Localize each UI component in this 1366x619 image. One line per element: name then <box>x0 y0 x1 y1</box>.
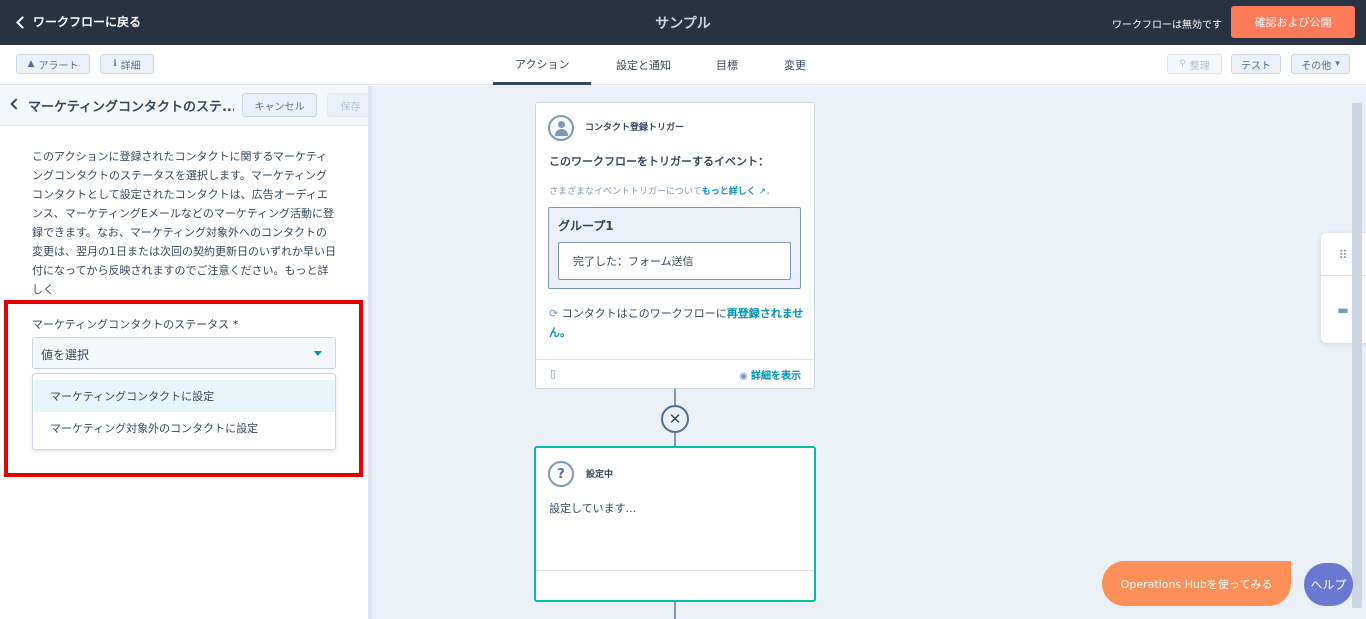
status-field-label: マーケティングコンタクトのステータス * <box>32 318 239 331</box>
action-settings-panel: マーケティングコンタクトのステ... キャンセル 保存 このアクションに登録され… <box>0 86 374 619</box>
card-divider <box>536 570 814 571</box>
reenroll-note: ⟳ コンタクトはこのワークフローに再登録されません。 <box>549 304 804 342</box>
more-menu-button[interactable]: その他 ▾ <box>1291 54 1350 74</box>
operations-hub-button[interactable]: Operations Hubを使ってみる <box>1102 561 1291 606</box>
details-button[interactable]: ℹ 詳細 <box>100 54 154 74</box>
tab-bar: ▲ アラート ℹ 詳細 アクション 設定と通知 目標 変更 ⚲ 整理 テスト そ… <box>0 45 1366 85</box>
trigger-card[interactable]: コンタクト登録トリガー このワークフローをトリガーするイベント： さまざまなイベ… <box>535 102 815 389</box>
info-icon: ℹ <box>113 59 117 69</box>
trigger-type-label: コンタクト登録トリガー <box>585 123 685 133</box>
help-button[interactable]: ヘルプ <box>1304 563 1353 606</box>
test-button[interactable]: テスト <box>1231 54 1281 74</box>
warning-icon: ▲ <box>27 59 35 69</box>
back-link-label: ワークフローに戻る <box>33 15 142 29</box>
connector-line <box>674 602 676 619</box>
tab-settings[interactable]: 設定と通知 <box>616 45 671 85</box>
question-icon: ? <box>548 461 574 487</box>
clipboard-icon[interactable]: ▯ <box>550 367 556 380</box>
tab-label: 目標 <box>716 59 738 72</box>
details-label: 詳細 <box>120 60 141 72</box>
alert-label: アラート <box>38 60 79 72</box>
trigger-note: さまざまなイベントトリガーについてもっと詳しく ↗。 <box>549 187 776 197</box>
trigger-note-text: さまざまなイベントトリガーについて <box>549 187 702 197</box>
refresh-icon: ⟳ <box>549 307 559 320</box>
comment-icon[interactable]: ▬ <box>1333 303 1353 317</box>
review-publish-button[interactable]: 確認および公開 <box>1231 6 1355 38</box>
more-label: その他 <box>1301 60 1332 72</box>
trigger-heading: このワークフローをトリガーするイベント： <box>549 155 769 168</box>
caret-down-icon: ▾ <box>1335 59 1340 69</box>
panel-header: マーケティングコンタクトのステ... キャンセル 保存 <box>0 86 374 126</box>
trigger-condition[interactable]: 完了した：フォーム送信 <box>558 242 791 280</box>
cancel-button[interactable]: キャンセル <box>242 93 317 117</box>
action-card[interactable]: ? 設定中 設定しています... <box>534 446 816 602</box>
view-details-label: 詳細を表示 <box>751 371 801 382</box>
keyboard-icon[interactable]: ⠿ <box>1333 248 1353 262</box>
chevron-left-icon[interactable] <box>10 98 22 110</box>
panel-description: このアクションに登録されたコンタクトに関するマーケティングコンタクトのステータス… <box>32 150 336 296</box>
option-set-non-marketing-contact[interactable]: マーケティング対象外のコンタクトに設定 <box>34 412 335 444</box>
delete-step-icon[interactable]: ✕ <box>661 405 689 433</box>
action-status-label: 設定中 <box>586 470 614 480</box>
learn-more-link[interactable]: もっと詳しく <box>702 187 756 197</box>
select-value: 値を選択 <box>41 348 90 362</box>
workflow-status: ワークフローは無効です <box>1112 20 1222 31</box>
trigger-group: グループ1 完了した：フォーム送信 <box>548 207 801 289</box>
option-set-marketing-contact[interactable]: マーケティングコンタクトに設定 <box>34 380 335 412</box>
workflow-canvas: コンタクト登録トリガー このワークフローをトリガーするイベント： さまざまなイベ… <box>372 86 1366 619</box>
tab-label: 変更 <box>784 59 806 72</box>
eye-icon: ◉ <box>739 371 748 382</box>
caret-down-icon <box>314 351 322 356</box>
status-dropdown-menu: マーケティングコンタクトに設定 マーケティング対象外のコンタクトに設定 <box>32 373 336 450</box>
connector-line <box>674 389 676 405</box>
tab-actions[interactable]: アクション <box>493 45 592 85</box>
contact-icon <box>548 115 574 141</box>
panel-title: マーケティングコンタクトのステ... <box>28 100 234 115</box>
save-button[interactable]: 保存 <box>327 93 374 117</box>
view-details-link[interactable]: ◉ 詳細を表示 <box>739 367 801 382</box>
organize-label: 整理 <box>1189 60 1210 72</box>
tab-label: 設定と通知 <box>616 59 671 72</box>
card-divider <box>536 359 814 360</box>
chevron-left-icon <box>16 15 29 29</box>
tab-label: アクション <box>515 57 570 71</box>
hierarchy-icon: ⚲ <box>1179 59 1186 69</box>
connector-line <box>674 433 676 447</box>
group-label: グループ1 <box>558 219 614 233</box>
top-bar: ワークフローに戻る サンプル ワークフローは無効です 確認および公開 <box>0 0 1366 45</box>
tab-changes[interactable]: 変更 <box>784 45 806 85</box>
organize-button[interactable]: ⚲ 整理 <box>1167 54 1222 74</box>
action-body: 設定しています... <box>549 502 637 515</box>
reenroll-text: コンタクトはこのワークフローに <box>561 307 727 320</box>
tab-goals[interactable]: 目標 <box>716 45 738 85</box>
alert-button[interactable]: ▲ アラート <box>16 54 90 74</box>
canvas-scrollbar[interactable] <box>1352 103 1362 608</box>
status-select[interactable]: 値を選択 <box>32 337 336 369</box>
back-to-workflows-link[interactable]: ワークフローに戻る <box>16 13 142 30</box>
